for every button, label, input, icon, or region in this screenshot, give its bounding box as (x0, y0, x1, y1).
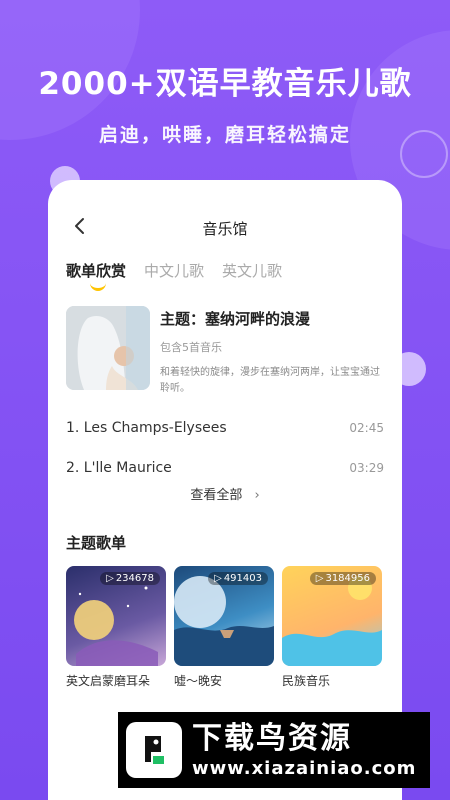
play-count-badge: ▷ 3184956 (309, 572, 376, 585)
theme-info: 主题：塞纳河畔的浪漫 包含5首音乐 和着轻快的旋律，漫步在塞纳河两岸，让宝宝通过… (160, 306, 384, 397)
app-screen: 2000+双语早教音乐儿歌 启迪，哄睡，磨耳轻松搞定 音乐馆 歌单欣赏 中文儿歌… (0, 0, 450, 800)
tab-bar: 歌单欣赏 中文儿歌 英文儿歌 (66, 260, 282, 281)
watermark-banner: 下载鸟资源 www.xiazainiao.com (118, 712, 430, 788)
play-count: 234678 (115, 573, 154, 584)
top-bar: 音乐馆 (48, 216, 402, 240)
playlist-card[interactable]: ▷ 234678 英文启蒙磨耳朵 (66, 566, 166, 689)
playlist-name: 英文启蒙磨耳朵 (66, 674, 151, 688)
tab-chinese-songs[interactable]: 中文儿歌 (144, 260, 204, 281)
page-title: 音乐馆 (202, 220, 248, 238)
section-title: 主题歌单 (66, 534, 127, 552)
hero-subtitle: 启迪，哄睡，磨耳轻松搞定 (98, 124, 351, 146)
theme-card[interactable]: 主题：塞纳河畔的浪漫 包含5首音乐 和着轻快的旋律，漫步在塞纳河两岸，让宝宝通过… (66, 306, 384, 396)
playlist-cover[interactable]: ▷ 491403 (174, 566, 274, 666)
play-icon: ▷ (214, 573, 222, 584)
playlist-name: 民族音乐 (282, 674, 331, 688)
song-title: 1. Les Champs-Elysees (66, 420, 227, 436)
hero-title: 2000+双语早教音乐儿歌 (38, 66, 412, 102)
theme-song-count: 包含5首音乐 (160, 341, 222, 354)
play-count-badge: ▷ 491403 (208, 572, 268, 585)
song-row[interactable]: 2. L'lle Maurice 03:29 (66, 448, 384, 488)
playlist-cover[interactable]: ▷ 3184956 (282, 566, 382, 666)
chevron-right-icon: › (254, 488, 260, 503)
song-list: 1. Les Champs-Elysees 02:45 2. L'lle Mau… (66, 408, 384, 488)
play-count-badge: ▷ 234678 (100, 572, 160, 585)
watermark-title: 下载鸟资源 (192, 720, 352, 756)
watermark-url: www.xiazainiao.com (192, 757, 417, 779)
active-tab-indicator (90, 282, 106, 291)
view-all-link[interactable]: 查看全部 › (48, 484, 402, 503)
bird-logo-icon (126, 722, 182, 778)
playlist-cover[interactable]: ▷ 234678 (66, 566, 166, 666)
cover-illustration-icon (66, 306, 150, 390)
watermark-text: 下载鸟资源 www.xiazainiao.com (192, 720, 417, 779)
song-duration: 02:45 (349, 421, 384, 435)
playlist-card[interactable]: ▷ 3184956 民族音乐 (282, 566, 382, 689)
play-count: 491403 (223, 573, 262, 584)
song-duration: 03:29 (349, 461, 384, 475)
music-hall-card: 音乐馆 歌单欣赏 中文儿歌 英文儿歌 主题：塞纳河畔的浪漫 包含5首音乐 和着轻… (48, 180, 402, 800)
song-title: 2. L'lle Maurice (66, 460, 172, 476)
tab-english-songs[interactable]: 英文儿歌 (222, 260, 282, 281)
theme-cover-image[interactable] (66, 306, 150, 390)
theme-title: 主题：塞纳河畔的浪漫 (160, 310, 311, 328)
play-icon: ▷ (315, 573, 324, 584)
play-count: 3184956 (325, 573, 370, 584)
view-all-label: 查看全部 (190, 488, 243, 503)
playlist-card[interactable]: ▷ 491403 嘘～晚安 (174, 566, 274, 689)
theme-description: 和着轻快的旋律，漫步在塞纳河两岸，让宝宝通过聆听。 (160, 367, 380, 394)
playlist-name: 嘘～晚安 (174, 674, 223, 688)
playlist-row: ▷ 234678 英文启蒙磨耳朵 ▷ 491403 嘘～晚安 ▷ 3184956… (66, 566, 402, 689)
logo-mark-icon (145, 736, 164, 764)
tab-playlist-appreciation[interactable]: 歌单欣赏 (66, 260, 126, 281)
song-row[interactable]: 1. Les Champs-Elysees 02:45 (66, 408, 384, 448)
play-icon: ▷ (106, 573, 114, 584)
